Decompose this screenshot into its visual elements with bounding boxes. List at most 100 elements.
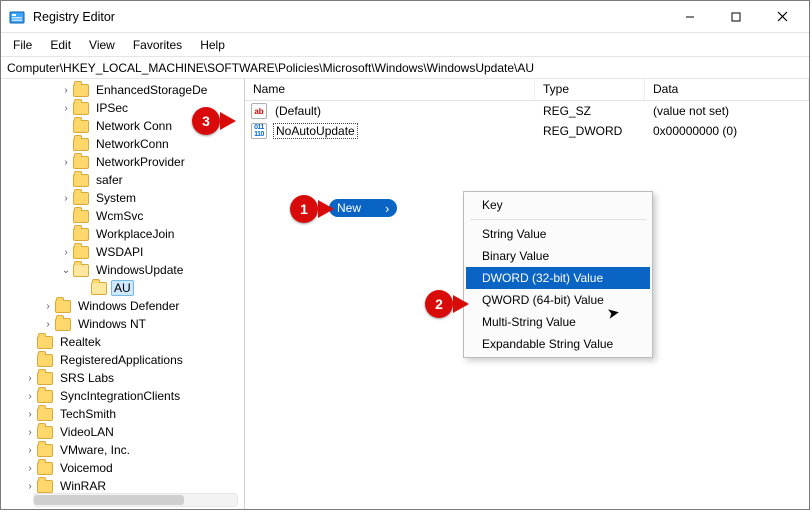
menu-favorites[interactable]: Favorites [125, 35, 190, 55]
tree-node[interactable]: AU [77, 279, 244, 297]
tree-node-label: Network Conn [93, 118, 175, 134]
value-name-editing[interactable]: NoAutoUpdate [273, 123, 358, 139]
collapse-icon[interactable]: ⌄ [59, 265, 73, 276]
folder-icon [73, 210, 89, 223]
tree-node-label: Realtek [57, 334, 104, 350]
tree-node-label: Windows Defender [75, 298, 182, 314]
value-row[interactable]: ab (Default) REG_SZ (value not set) [245, 101, 809, 121]
tree-pane[interactable]: ›EnhancedStorageDe›IPSecNetwork ConnNetw… [1, 79, 245, 509]
submenu-dword32[interactable]: DWORD (32-bit) Value [466, 267, 650, 289]
tree-node[interactable]: › Windows Defender [41, 297, 244, 315]
submenu-separator [470, 219, 646, 220]
tree-node[interactable]: safer [59, 171, 244, 189]
folder-icon [73, 156, 89, 169]
scrollbar-thumb[interactable] [34, 495, 184, 505]
tree-node-label: WcmSvc [93, 208, 146, 224]
dword-value-icon: 011110 [251, 123, 267, 139]
folder-icon [37, 390, 53, 403]
folder-icon [37, 462, 53, 475]
tree-node[interactable]: Network Conn [59, 117, 244, 135]
tree-node[interactable]: WorkplaceJoin [59, 225, 244, 243]
tree-node-label: safer [93, 172, 126, 188]
values-pane[interactable]: Name Type Data ab (Default) REG_SZ (valu… [245, 79, 809, 509]
tree-node[interactable]: ›TechSmith [23, 405, 244, 423]
col-data[interactable]: Data [645, 79, 809, 100]
tree-node[interactable]: › IPSec [59, 99, 244, 117]
expand-icon[interactable]: › [23, 427, 37, 438]
expand-icon[interactable]: › [41, 301, 55, 312]
expand-icon[interactable]: › [59, 247, 73, 258]
expand-icon[interactable]: › [23, 409, 37, 420]
expand-icon[interactable]: › [23, 481, 37, 492]
tree-node-label: Voicemod [57, 460, 116, 476]
value-data: 0x00000000 (0) [645, 124, 809, 138]
expand-icon[interactable]: › [23, 463, 37, 474]
column-headers[interactable]: Name Type Data [245, 79, 809, 101]
folder-icon [37, 336, 53, 349]
tree-node[interactable]: › System [59, 189, 244, 207]
tree-node[interactable]: › Voicemod [23, 459, 244, 477]
tree-node[interactable]: ›EnhancedStorageDe [59, 81, 244, 99]
expand-icon[interactable]: › [23, 391, 37, 402]
menu-file[interactable]: File [5, 35, 40, 55]
folder-icon [37, 354, 53, 367]
menu-edit[interactable]: Edit [42, 35, 79, 55]
menubar: File Edit View Favorites Help [1, 33, 809, 57]
window-title: Registry Editor [33, 10, 667, 24]
col-name[interactable]: Name [245, 79, 535, 100]
close-button[interactable] [759, 2, 805, 32]
folder-icon [37, 426, 53, 439]
expand-icon[interactable]: › [23, 445, 37, 456]
context-menu-new-label: New [337, 201, 361, 215]
tree-node[interactable]: › Windows NT [41, 315, 244, 333]
tree-node[interactable]: WcmSvc [59, 207, 244, 225]
folder-icon [37, 444, 53, 457]
tree-node[interactable]: ›VideoLAN [23, 423, 244, 441]
folder-icon [55, 300, 71, 313]
value-row[interactable]: 011110 NoAutoUpdate REG_DWORD 0x00000000… [245, 121, 809, 141]
expand-icon[interactable]: › [59, 103, 73, 114]
folder-icon [73, 264, 89, 277]
submenu-multistring[interactable]: Multi-String Value [466, 311, 650, 333]
tree-node[interactable]: › NetworkProvider [59, 153, 244, 171]
tree-node[interactable]: ›SRS Labs [23, 369, 244, 387]
tree-node[interactable]: ›VMware, Inc. [23, 441, 244, 459]
submenu-string[interactable]: String Value [466, 223, 650, 245]
value-data: (value not set) [645, 104, 809, 118]
tree-node[interactable]: ›WSDAPI [59, 243, 244, 261]
folder-icon [91, 282, 107, 295]
tree-node[interactable]: NetworkConn [59, 135, 244, 153]
tree-node-label: System [93, 190, 139, 206]
expand-icon[interactable]: › [59, 85, 73, 96]
expand-icon[interactable]: › [41, 319, 55, 330]
address-bar[interactable]: Computer\HKEY_LOCAL_MACHINE\SOFTWARE\Pol… [1, 57, 809, 79]
context-submenu-new: Key String Value Binary Value DWORD (32-… [463, 191, 653, 358]
folder-icon [37, 408, 53, 421]
col-type[interactable]: Type [535, 79, 645, 100]
maximize-button[interactable] [713, 2, 759, 32]
expand-icon[interactable]: › [59, 193, 73, 204]
menu-help[interactable]: Help [192, 35, 233, 55]
titlebar[interactable]: Registry Editor [1, 1, 809, 33]
submenu-expandstring[interactable]: Expandable String Value [466, 333, 650, 355]
context-menu-new[interactable]: New [329, 199, 397, 217]
tree-node[interactable]: RegisteredApplications [23, 351, 244, 369]
tree-node[interactable]: ⌄ WindowsUpdate [59, 261, 244, 279]
menu-view[interactable]: View [81, 35, 123, 55]
folder-icon [37, 480, 53, 493]
submenu-key[interactable]: Key [466, 194, 650, 216]
tree-node[interactable]: ›SyncIntegrationClients [23, 387, 244, 405]
submenu-qword64[interactable]: QWORD (64-bit) Value [466, 289, 650, 311]
tree-node-label: NetworkConn [93, 136, 172, 152]
tree-node-label: IPSec [93, 100, 131, 116]
expand-icon[interactable]: › [23, 373, 37, 384]
minimize-button[interactable] [667, 2, 713, 32]
submenu-binary[interactable]: Binary Value [466, 245, 650, 267]
address-text: Computer\HKEY_LOCAL_MACHINE\SOFTWARE\Pol… [7, 61, 534, 75]
tree-node-label: Windows NT [75, 316, 149, 332]
tree-node-label: WindowsUpdate [93, 262, 186, 278]
tree-node[interactable]: Realtek [23, 333, 244, 351]
tree-hscrollbar[interactable] [33, 493, 238, 507]
tree-node-label: NetworkProvider [93, 154, 188, 170]
expand-icon[interactable]: › [59, 157, 73, 168]
